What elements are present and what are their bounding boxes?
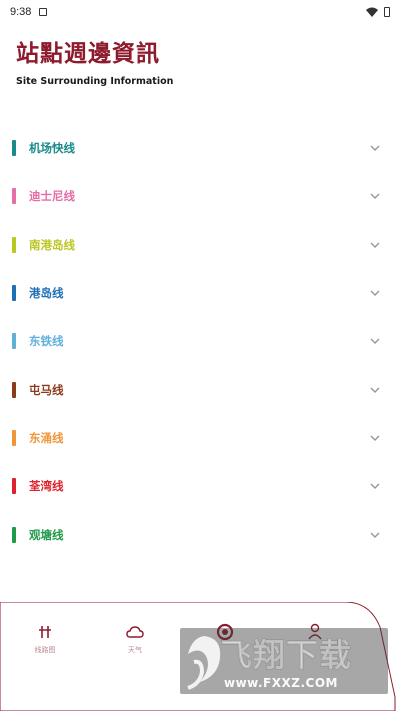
line-label: 荃湾线	[29, 479, 64, 494]
line-item-island[interactable]: 港岛线	[0, 269, 400, 317]
line-label: 迪士尼线	[29, 189, 75, 204]
nav-label: 天气	[128, 646, 142, 654]
line-item-tuen-ma[interactable]: 屯马线	[0, 365, 400, 413]
line-item-disneyland[interactable]: 迪士尼线	[0, 172, 400, 220]
route-map-icon	[39, 626, 51, 638]
line-item-kwun-tong[interactable]: 观塘线	[0, 510, 400, 558]
notification-icon	[39, 8, 48, 16]
line-item-airport-express[interactable]: 机场快线	[0, 124, 400, 172]
chevron-down-icon[interactable]	[368, 528, 382, 542]
chevron-down-icon[interactable]	[368, 141, 382, 155]
chevron-down-icon[interactable]	[368, 286, 382, 300]
nav-weather[interactable]: 天气	[90, 622, 180, 655]
chevron-down-icon[interactable]	[368, 479, 382, 493]
status-time: 9:38	[10, 6, 32, 18]
line-label: 东铁线	[29, 334, 64, 349]
watermark-text: 飞翔下载	[219, 636, 353, 675]
nav-label: 线路图	[34, 646, 56, 654]
chevron-down-icon[interactable]	[368, 431, 382, 445]
line-label: 东涌线	[29, 430, 64, 445]
line-label: 屯马线	[29, 382, 64, 397]
line-label: 机场快线	[29, 141, 75, 156]
line-color-bar	[12, 188, 16, 205]
watermark: 飞翔下载 www.FXXZ.COM	[180, 628, 388, 694]
line-item-south-island[interactable]: 南港岛线	[0, 221, 400, 269]
watermark-url: www.FXXZ.COM	[224, 676, 338, 690]
line-color-bar	[12, 381, 16, 398]
line-color-bar	[12, 526, 16, 543]
nav-route-map[interactable]: 线路图	[0, 622, 90, 655]
line-label: 南港岛线	[29, 237, 75, 252]
line-list: 机场快线 迪士尼线 南港岛线 港岛线 东铁线 屯马线 东涌线 荃湾线 观塘线	[0, 124, 400, 559]
line-item-tsuen-wan[interactable]: 荃湾线	[0, 462, 400, 510]
header: 站點週邊資訊 Site Surrounding Information	[16, 34, 173, 87]
chevron-down-icon[interactable]	[368, 383, 382, 397]
line-color-bar	[12, 478, 16, 495]
line-color-bar	[12, 236, 16, 253]
line-color-bar	[12, 429, 16, 446]
line-color-bar	[12, 285, 16, 302]
line-label: 港岛线	[29, 286, 64, 301]
page-title: 站點週邊資訊	[16, 40, 160, 67]
line-item-tung-chung[interactable]: 东涌线	[0, 414, 400, 462]
page-subtitle: Site Surrounding Information	[16, 76, 174, 87]
chevron-down-icon[interactable]	[368, 189, 382, 203]
chevron-down-icon[interactable]	[368, 238, 382, 252]
line-item-east-rail[interactable]: 东铁线	[0, 317, 400, 365]
status-bar: 9:38	[0, 0, 400, 24]
wifi-icon	[366, 7, 378, 17]
chevron-down-icon[interactable]	[368, 334, 382, 348]
line-color-bar	[12, 333, 16, 350]
weather-cloud-icon	[126, 626, 144, 638]
battery-icon	[384, 7, 390, 17]
line-color-bar	[12, 140, 16, 157]
line-label: 观塘线	[29, 527, 64, 542]
